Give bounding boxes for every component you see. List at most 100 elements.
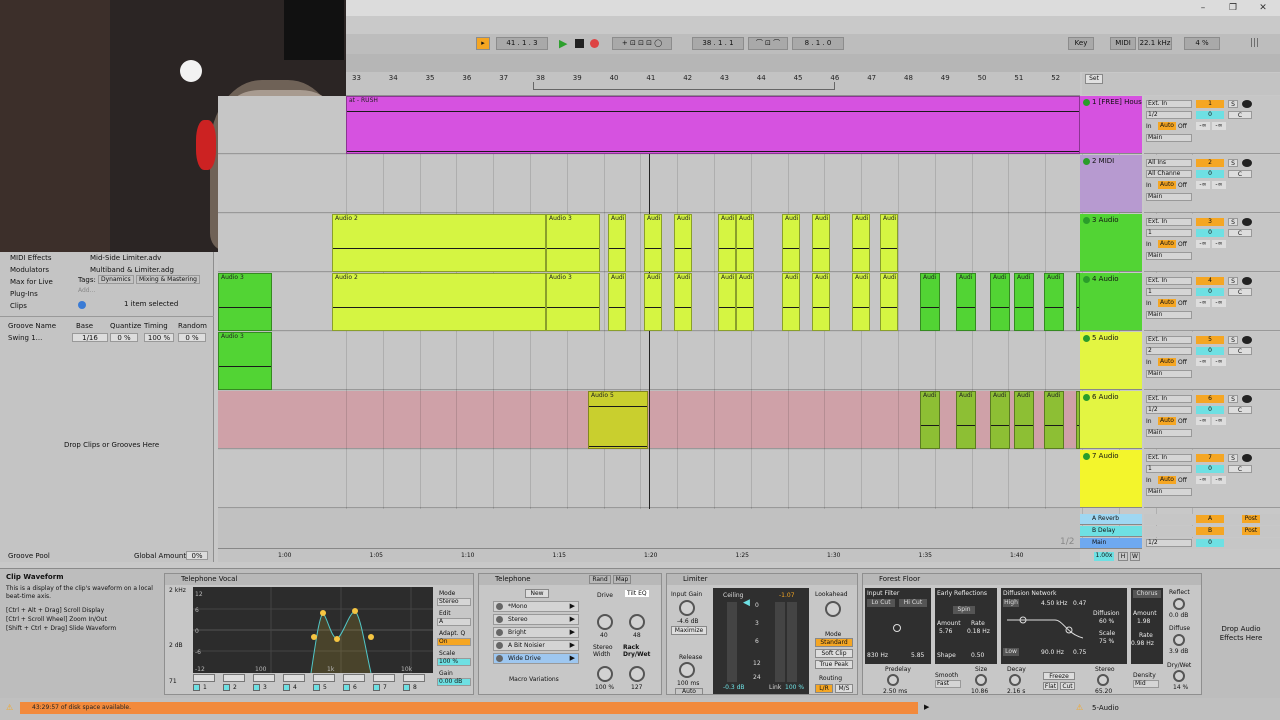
volume-value[interactable]: 0	[1196, 465, 1224, 473]
chorus-amount-value[interactable]: 1.98	[1137, 618, 1150, 625]
mode-standard[interactable]: Standard	[815, 638, 853, 647]
return-header[interactable]: A Reverb	[1080, 514, 1142, 525]
stereo-knob[interactable]	[1097, 674, 1109, 686]
input-channel-select[interactable]: 1/2	[1146, 406, 1192, 414]
track-fold-icon[interactable]	[1083, 158, 1090, 165]
audio-clip[interactable]: Audi	[674, 214, 692, 272]
audio-clip[interactable]: Audi	[1014, 273, 1034, 331]
eq-band-type[interactable]	[223, 674, 245, 682]
monitor-in[interactable]: In	[1146, 359, 1152, 366]
track-fold-icon[interactable]	[1083, 217, 1090, 224]
audio-clip[interactable]: Audi	[1044, 391, 1064, 449]
chain-play-icon[interactable]: ▶	[570, 654, 575, 662]
monitor-in[interactable]: In	[1146, 182, 1152, 189]
input-type-select[interactable]: Ext. In	[1146, 336, 1192, 344]
reflect-knob[interactable]	[1173, 598, 1185, 610]
filter-handle[interactable]	[893, 624, 901, 632]
solo-button[interactable]: S	[1228, 218, 1238, 226]
input-channel-select[interactable]: All Channe	[1146, 170, 1192, 178]
send-a-value[interactable]: -∞	[1196, 417, 1210, 425]
audio-clip[interactable]: Audi	[718, 273, 736, 331]
arrangement-view[interactable]: at - RUSH Audio 2 Audio 3 Audi Audi Audi Audi A…	[218, 96, 1194, 548]
arm-button[interactable]	[1242, 336, 1252, 344]
return-header[interactable]: B Delay	[1080, 526, 1142, 537]
monitor-off[interactable]: Off	[1178, 359, 1187, 366]
amount-value[interactable]: 5.76	[939, 628, 952, 635]
track-number[interactable]: 4	[1196, 277, 1224, 285]
audio-clip[interactable]: Audi	[718, 214, 736, 272]
eq-edit-select[interactable]: A	[437, 618, 471, 626]
groove-name[interactable]: Swing 1...	[8, 334, 42, 342]
chain-activator-icon[interactable]	[496, 603, 503, 610]
audio-clip[interactable]: Audio 3	[218, 273, 272, 331]
audio-clip[interactable]: at - RUSH	[346, 96, 1080, 154]
monitor-auto[interactable]: Auto	[1158, 417, 1176, 425]
send-a-value[interactable]: -∞	[1196, 358, 1210, 366]
size-knob[interactable]	[975, 674, 987, 686]
scale-value[interactable]: 75 %	[1099, 638, 1114, 645]
chain-activator-icon[interactable]	[496, 616, 503, 623]
track-number[interactable]: 3	[1196, 218, 1224, 226]
cut-button[interactable]: Cut	[1060, 682, 1075, 690]
eq-band-toggle[interactable]	[253, 684, 260, 691]
track-number[interactable]: 5	[1196, 336, 1224, 344]
macro-variations-label[interactable]: Macro Variations	[509, 676, 559, 683]
monitor-in[interactable]: In	[1146, 300, 1152, 307]
lookahead-knob[interactable]	[825, 601, 841, 617]
eq-band-toggle[interactable]	[283, 684, 290, 691]
drywet-knob[interactable]	[1173, 670, 1185, 682]
audio-clip[interactable]: Audio 3	[546, 214, 600, 272]
volume-value[interactable]: 0	[1196, 347, 1224, 355]
tag-dynamics[interactable]: Dynamics	[98, 275, 134, 284]
solo-button[interactable]: S	[1228, 159, 1238, 167]
chain-play-icon[interactable]: ▶	[570, 615, 575, 623]
arm-button[interactable]	[1242, 100, 1252, 108]
eq-scale-value[interactable]: 100 %	[437, 658, 471, 666]
track-number[interactable]: 2	[1196, 159, 1224, 167]
audio-clip[interactable]: Audi	[990, 273, 1010, 331]
audio-clip[interactable]: Audi	[920, 273, 940, 331]
map-button[interactable]: Map	[613, 575, 631, 584]
input-type-select[interactable]: All Ins	[1146, 159, 1192, 167]
monitor-auto[interactable]: Auto	[1158, 240, 1176, 248]
smooth-select[interactable]: Fast	[935, 680, 961, 688]
chain-activator-icon[interactable]	[496, 642, 503, 649]
shape-value[interactable]: 0.50	[971, 652, 984, 659]
audio-clip[interactable]: Audi	[956, 391, 976, 449]
groove-timing[interactable]: 100 %	[144, 333, 174, 342]
spin-button[interactable]: Spin	[953, 606, 975, 614]
stop-button[interactable]	[575, 39, 584, 48]
ceiling-meter[interactable]: Ceiling -1.07 ◀ 0 3 6 12 24 -0.3 dB Link…	[713, 588, 809, 694]
overview-strip[interactable]	[346, 54, 1280, 72]
diffusion-curve[interactable]	[1007, 610, 1083, 644]
lf-freq[interactable]: 90.0 Hz	[1041, 649, 1064, 656]
send-a-value[interactable]: -∞	[1196, 240, 1210, 248]
decay-knob[interactable]	[1009, 674, 1021, 686]
audio-clip[interactable]: Audi	[674, 273, 692, 331]
chain-play-icon[interactable]: ▶	[570, 628, 575, 636]
monitor-in[interactable]: In	[1146, 418, 1152, 425]
maximize-button[interactable]: Maximize	[671, 626, 707, 635]
track-header[interactable]: 1 [FREE] Hous	[1080, 96, 1142, 154]
track-number[interactable]: 6	[1196, 395, 1224, 403]
track-header[interactable]: 6 Audio	[1080, 391, 1142, 449]
monitor-auto[interactable]: Auto	[1158, 476, 1176, 484]
input-channel-select[interactable]: 1	[1146, 465, 1192, 473]
chorus-rate-value[interactable]: 0.98 Hz	[1131, 640, 1154, 647]
output-select[interactable]: Main	[1146, 429, 1192, 437]
send-a-value[interactable]: -∞	[1196, 181, 1210, 189]
send-b-value[interactable]: -∞	[1212, 476, 1226, 484]
chain-row[interactable]: Wide Drive ▶	[493, 653, 579, 664]
send-a-value[interactable]: -∞	[1196, 299, 1210, 307]
tilt-knob[interactable]	[629, 614, 645, 630]
output-select[interactable]: Main	[1146, 134, 1192, 142]
rate-value[interactable]: 0.18 Hz	[967, 628, 990, 635]
eq-display[interactable]: 12 6 0 -6 -12 100 1k 10k	[193, 587, 433, 673]
arrangement-position[interactable]: 38 . 1 . 1	[692, 37, 744, 50]
chain-row[interactable]: Bright ▶	[493, 627, 579, 638]
solo-button[interactable]: S	[1228, 100, 1238, 108]
volume-value[interactable]: 0	[1196, 111, 1224, 119]
audio-clip[interactable]: Audi	[852, 214, 870, 272]
eq-band-toggle[interactable]	[223, 684, 230, 691]
chorus-button[interactable]: Chorus	[1133, 590, 1161, 598]
